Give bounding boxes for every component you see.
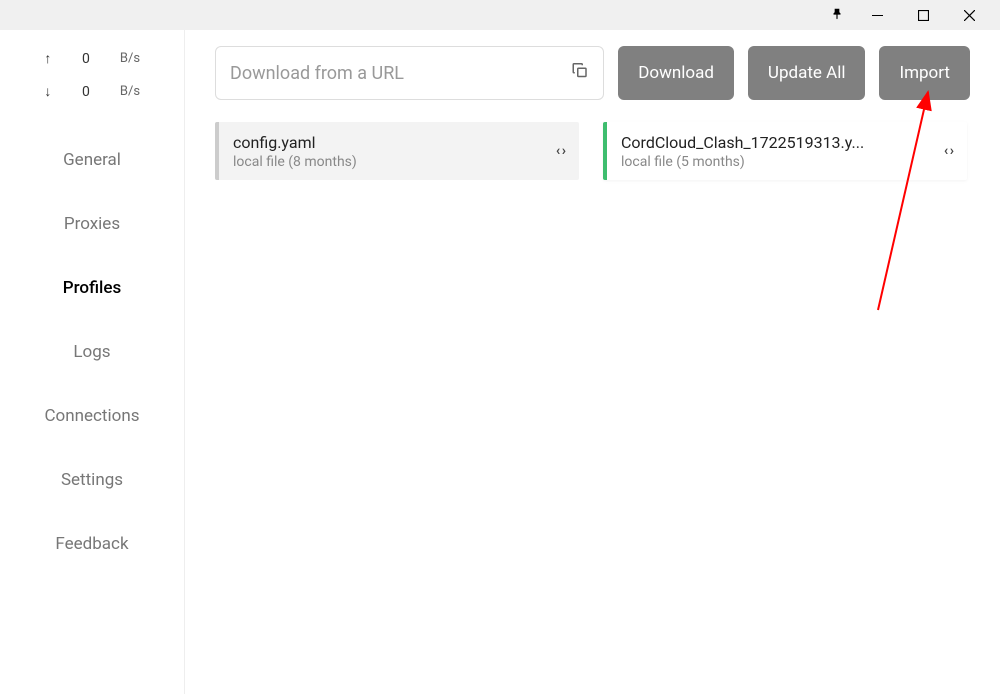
traffic-download-row: ↓ 0 B/s xyxy=(0,75,184,108)
profile-meta: local file (8 months) xyxy=(233,154,546,170)
url-input[interactable] xyxy=(230,63,553,84)
nav-item-general[interactable]: General xyxy=(0,128,184,192)
toolbar: Download Update All Import xyxy=(215,46,970,100)
update-all-button[interactable]: Update All xyxy=(748,46,866,100)
profile-meta: local file (5 months) xyxy=(621,154,934,170)
nav-item-profiles[interactable]: Profiles xyxy=(0,256,184,320)
nav-item-logs[interactable]: Logs xyxy=(0,320,184,384)
maximize-button[interactable] xyxy=(900,0,946,30)
nav-item-connections[interactable]: Connections xyxy=(0,384,184,448)
upload-unit: B/s xyxy=(120,51,140,66)
profile-card[interactable]: CordCloud_Clash_1722519313.y... local fi… xyxy=(603,122,967,180)
app-body: ↑ 0 B/s ↓ 0 B/s General Proxies Profiles… xyxy=(0,30,1000,694)
download-value: 0 xyxy=(80,84,92,100)
download-arrow-icon: ↓ xyxy=(44,83,52,100)
nav-item-settings[interactable]: Settings xyxy=(0,448,184,512)
download-button[interactable]: Download xyxy=(618,46,734,100)
pin-icon[interactable] xyxy=(830,6,844,25)
traffic-upload-row: ↑ 0 B/s xyxy=(0,42,184,75)
titlebar xyxy=(0,0,1000,30)
profile-info: config.yaml local file (8 months) xyxy=(233,133,546,170)
upload-arrow-icon: ↑ xyxy=(44,50,52,67)
minimize-button[interactable] xyxy=(854,0,900,30)
main-content: Download Update All Import config.yaml l… xyxy=(185,30,1000,694)
code-icon[interactable]: ‹ › xyxy=(944,143,953,159)
code-icon[interactable]: ‹ › xyxy=(556,143,565,159)
profile-card[interactable]: config.yaml local file (8 months) ‹ › xyxy=(215,122,579,180)
upload-value: 0 xyxy=(80,51,92,67)
traffic-stats: ↑ 0 B/s ↓ 0 B/s xyxy=(0,30,184,120)
close-button[interactable] xyxy=(946,0,992,30)
nav-item-proxies[interactable]: Proxies xyxy=(0,192,184,256)
url-input-wrapper[interactable] xyxy=(215,46,604,100)
nav-item-feedback[interactable]: Feedback xyxy=(0,512,184,576)
copy-icon[interactable] xyxy=(571,62,589,85)
import-button[interactable]: Import xyxy=(879,46,970,100)
profile-name: CordCloud_Clash_1722519313.y... xyxy=(621,133,934,152)
profile-info: CordCloud_Clash_1722519313.y... local fi… xyxy=(621,133,934,170)
nav-items: General Proxies Profiles Logs Connection… xyxy=(0,128,184,576)
profile-name: config.yaml xyxy=(233,133,546,152)
sidebar: ↑ 0 B/s ↓ 0 B/s General Proxies Profiles… xyxy=(0,30,185,694)
download-unit: B/s xyxy=(120,84,140,99)
profile-cards: config.yaml local file (8 months) ‹ › Co… xyxy=(215,122,970,180)
